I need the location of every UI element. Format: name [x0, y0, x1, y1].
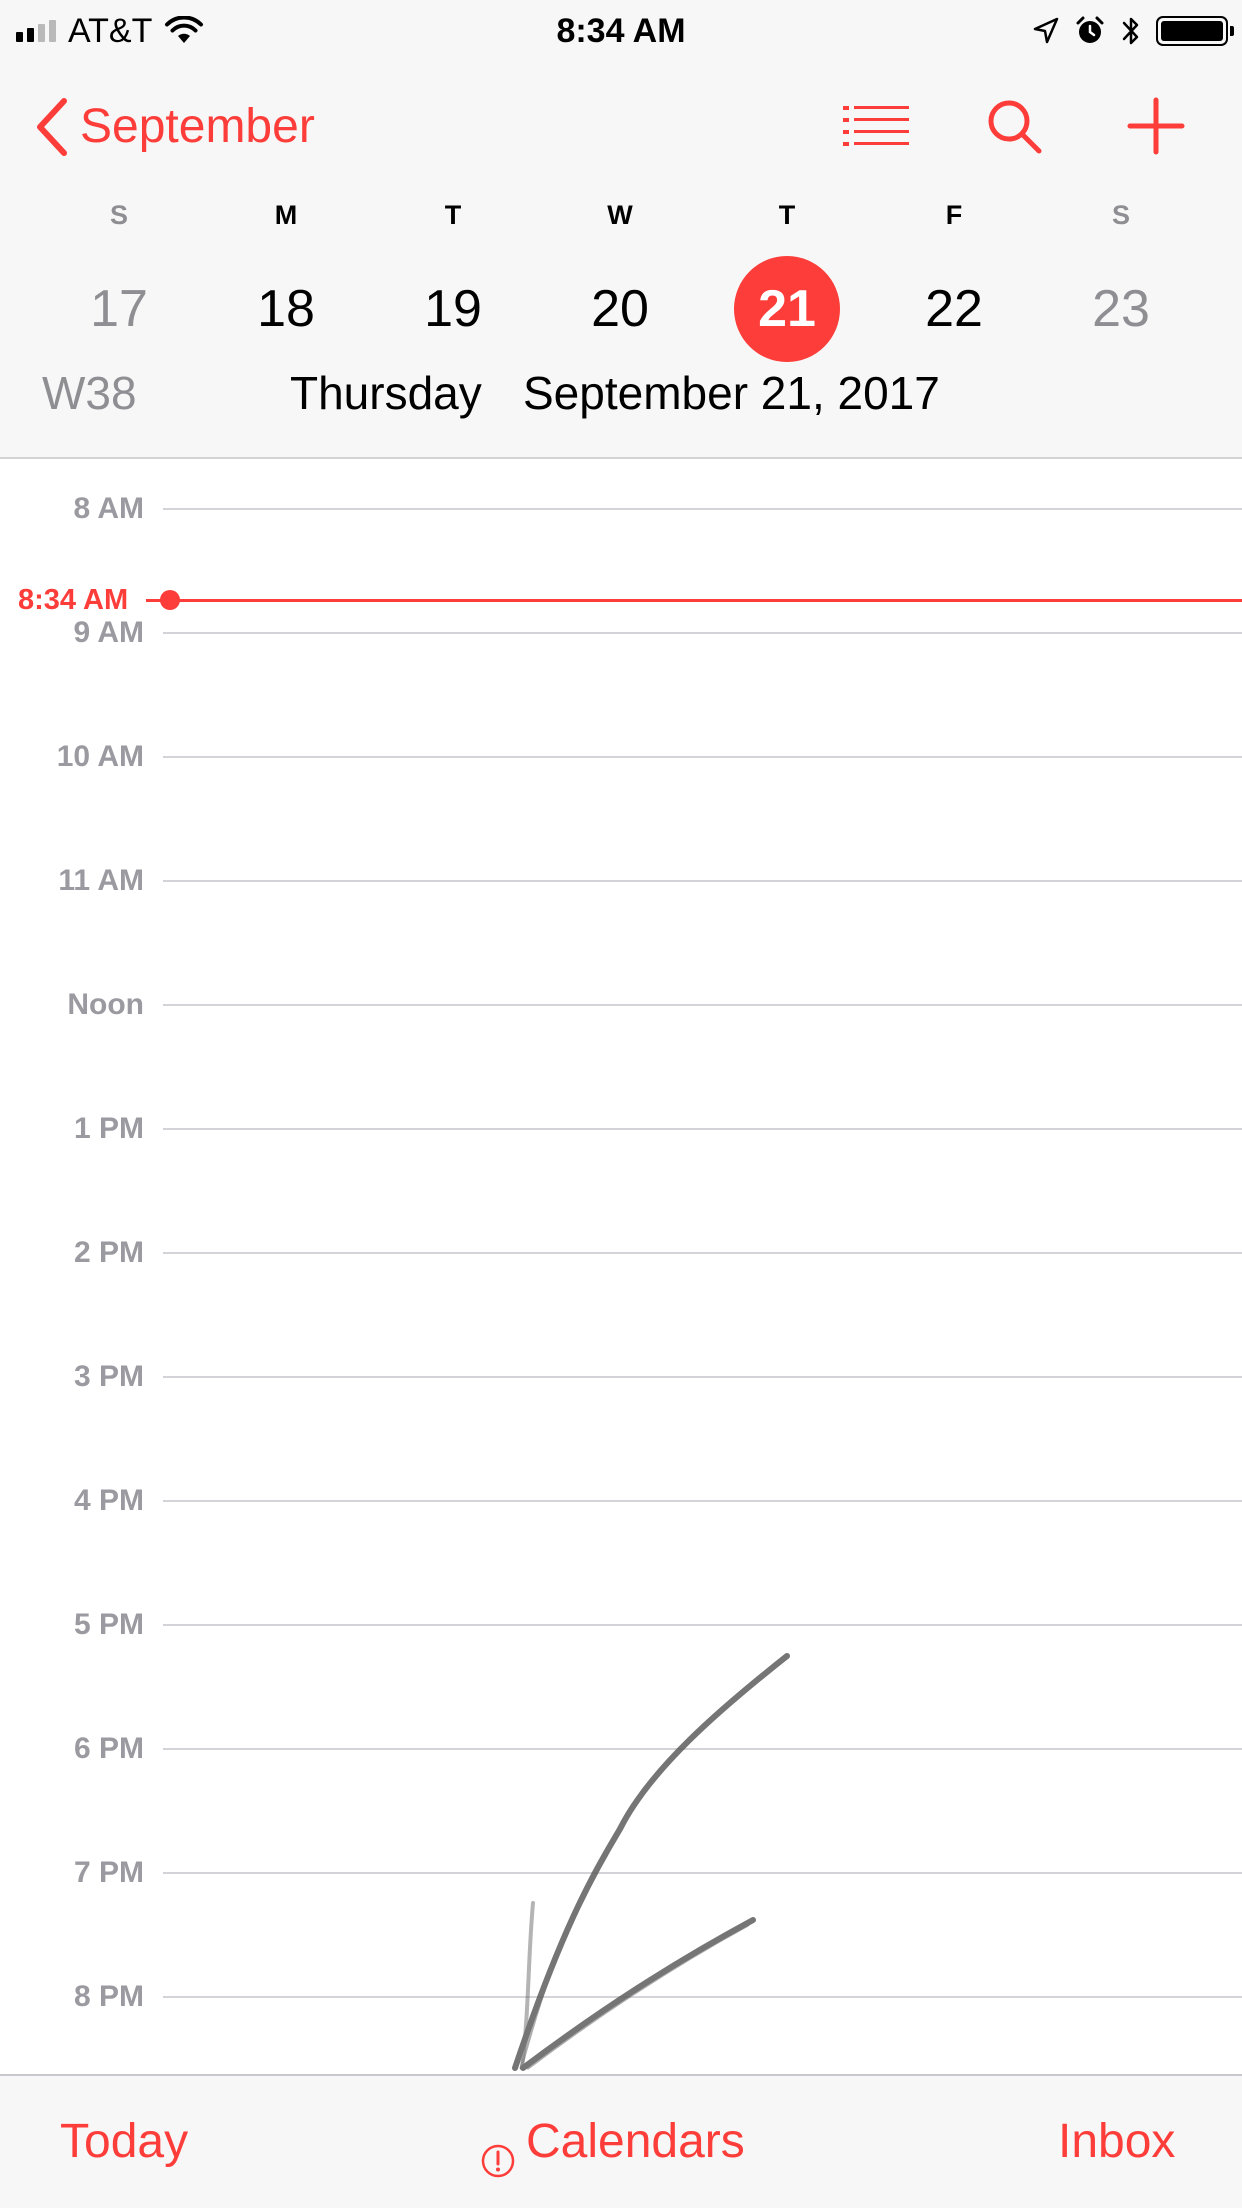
calendar-header: AT&T 8:34 AM September S M T W T F S 17 …	[0, 0, 1242, 459]
today-button[interactable]: Today	[60, 2102, 188, 2182]
hour-row: 2 PM	[0, 1233, 1242, 1273]
hour-row: 11 AM	[0, 861, 1242, 901]
hour-divider	[163, 1128, 1242, 1130]
day-timeline[interactable]: 8 AM 9 AM 10 AM 11 AM Noon 1 PM 2 PM 3 P…	[0, 459, 1242, 2074]
current-time-indicator: 8:34 AM	[0, 580, 1242, 620]
week-number: W38	[42, 367, 137, 419]
date-cell[interactable]: 18	[226, 255, 346, 363]
status-bar: AT&T 8:34 AM	[0, 0, 1242, 62]
hour-label: 8 PM	[73, 1980, 144, 2013]
date-cell[interactable]: 23	[1061, 255, 1181, 363]
navigation-bar: September	[0, 82, 1242, 172]
date-number: 18	[257, 280, 315, 338]
date-cell[interactable]: 17	[59, 255, 179, 363]
search-button[interactable]	[979, 96, 1049, 156]
back-to-month-button[interactable]: September	[34, 94, 315, 160]
hour-label: 7 PM	[73, 1856, 144, 1889]
hour-divider	[163, 1500, 1242, 1502]
hour-label: 11 AM	[58, 864, 144, 897]
date-number: 23	[1092, 280, 1150, 338]
hour-label: 8 AM	[73, 492, 144, 525]
hour-divider	[163, 1624, 1242, 1626]
weekday-label: M	[274, 200, 298, 230]
hour-label: 4 PM	[73, 1484, 144, 1517]
date-row: 17 18 19 20 21 22 23	[0, 255, 1242, 363]
list-icon	[843, 104, 909, 148]
hour-row: 8 PM	[0, 1977, 1242, 2017]
alert-circle-icon	[480, 2124, 516, 2178]
hour-row: 6 PM	[0, 1729, 1242, 1769]
add-icon	[1127, 97, 1185, 155]
hour-divider	[163, 508, 1242, 510]
hour-row: 10 AM	[0, 737, 1242, 777]
hour-row: Noon	[0, 985, 1242, 1025]
selected-full-date: September 21, 2017	[523, 367, 940, 419]
location-icon	[1032, 16, 1060, 46]
current-time-label: 8:34 AM	[18, 584, 129, 616]
calendars-button[interactable]: Calendars	[480, 2102, 745, 2182]
hour-label: 1 PM	[73, 1112, 144, 1145]
weekday-header-row: S M T W T F S	[0, 195, 1242, 235]
weekday-label: T	[778, 200, 796, 230]
hour-label: 3 PM	[73, 1360, 144, 1393]
hour-row: 8 AM	[0, 489, 1242, 529]
alarm-icon	[1074, 15, 1106, 47]
inbox-button[interactable]: Inbox	[1058, 2102, 1175, 2182]
hour-divider	[163, 1872, 1242, 1874]
weekday-label: W	[607, 200, 633, 230]
date-cell[interactable]: 20	[560, 255, 680, 363]
date-number: 20	[591, 280, 649, 338]
weekday-label: S	[109, 200, 128, 230]
hour-divider	[163, 1376, 1242, 1378]
search-icon	[985, 97, 1043, 155]
today-label: Today	[60, 2115, 189, 2168]
current-time-line	[146, 599, 1242, 602]
weekday-label: F	[945, 200, 963, 230]
hour-row: 3 PM	[0, 1357, 1242, 1397]
hour-divider	[163, 1748, 1242, 1750]
hour-label: 10 AM	[56, 740, 144, 773]
date-number: 21	[758, 280, 816, 338]
inbox-label: Inbox	[1058, 2115, 1176, 2168]
weekday-label: S	[1111, 200, 1130, 230]
weekday-label: T	[444, 200, 462, 230]
bottom-toolbar: Today Calendars Inbox	[0, 2074, 1242, 2208]
hour-divider	[163, 632, 1242, 634]
back-button-label: September	[80, 100, 315, 153]
selected-day-name: Thursday	[290, 367, 482, 419]
hour-label: 5 PM	[73, 1608, 144, 1641]
hour-divider	[163, 1004, 1242, 1006]
battery-icon	[1156, 16, 1234, 46]
hour-row: 1 PM	[0, 1109, 1242, 1149]
hour-label: 2 PM	[73, 1236, 144, 1269]
chevron-left-icon	[34, 97, 70, 157]
date-number: 17	[90, 280, 148, 338]
status-bar-right	[1032, 10, 1234, 52]
date-cell[interactable]: 22	[894, 255, 1014, 363]
date-cell-selected[interactable]: 21	[727, 255, 847, 363]
hour-divider	[163, 880, 1242, 882]
hour-divider	[163, 1996, 1242, 1998]
hour-divider	[163, 1252, 1242, 1254]
calendars-label: Calendars	[526, 2115, 745, 2168]
hour-row: 5 PM	[0, 1605, 1242, 1645]
date-cell[interactable]: 19	[393, 255, 513, 363]
date-number: 22	[925, 280, 983, 338]
list-view-button[interactable]	[841, 96, 911, 156]
hour-label: 6 PM	[73, 1732, 144, 1765]
hour-label: Noon	[67, 988, 144, 1021]
hour-divider	[163, 756, 1242, 758]
hour-row: 7 PM	[0, 1853, 1242, 1893]
bluetooth-icon	[1120, 14, 1142, 48]
add-event-button[interactable]	[1121, 96, 1191, 156]
hour-row: 4 PM	[0, 1481, 1242, 1521]
date-number: 19	[424, 280, 482, 338]
current-time-dot	[160, 590, 180, 610]
